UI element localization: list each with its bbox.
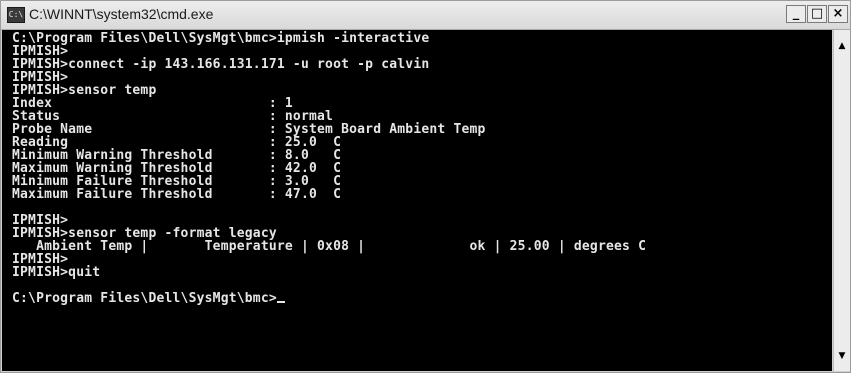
- minimize-button[interactable]: _: [786, 5, 806, 23]
- scroll-down-arrow-icon[interactable]: ▼: [834, 348, 850, 364]
- text-cursor: [276, 301, 285, 303]
- console-line: IPMISH>: [12, 252, 69, 267]
- cmd-icon[interactable]: C:\: [7, 7, 25, 23]
- console-line: Maximum Failure Threshold : 47.0 C: [12, 187, 342, 202]
- window-title: C:\WINNT\system32\cmd.exe: [29, 6, 214, 22]
- console-line: IPMISH>quit: [12, 265, 101, 280]
- console-text: C:\Program Files\Dell\SysMgt\bmc>ipmish …: [2, 30, 832, 305]
- console-prompt: C:\Program Files\Dell\SysMgt\bmc>: [12, 291, 277, 306]
- console-line: C:\Program Files\Dell\SysMgt\bmc>ipmish …: [12, 31, 430, 46]
- console-prompt-line[interactable]: C:\Program Files\Dell\SysMgt\bmc>: [12, 292, 832, 305]
- console-output[interactable]: C:\Program Files\Dell\SysMgt\bmc>ipmish …: [2, 30, 832, 371]
- close-button[interactable]: ×: [828, 5, 848, 23]
- console-line: Ambient Temp | Temperature | 0x08 | ok |…: [12, 239, 647, 254]
- console-line: IPMISH>connect -ip 143.166.131.171 -u ro…: [12, 57, 430, 72]
- title-bar[interactable]: C:\ C:\WINNT\system32\cmd.exe _ □ ×: [1, 1, 850, 30]
- cmd-window: C:\ C:\WINNT\system32\cmd.exe _ □ × C:\P…: [0, 0, 851, 373]
- maximize-button[interactable]: □: [807, 5, 827, 23]
- vertical-scrollbar[interactable]: ▲ ▼: [833, 30, 850, 371]
- scroll-up-arrow-icon[interactable]: ▲: [834, 38, 850, 54]
